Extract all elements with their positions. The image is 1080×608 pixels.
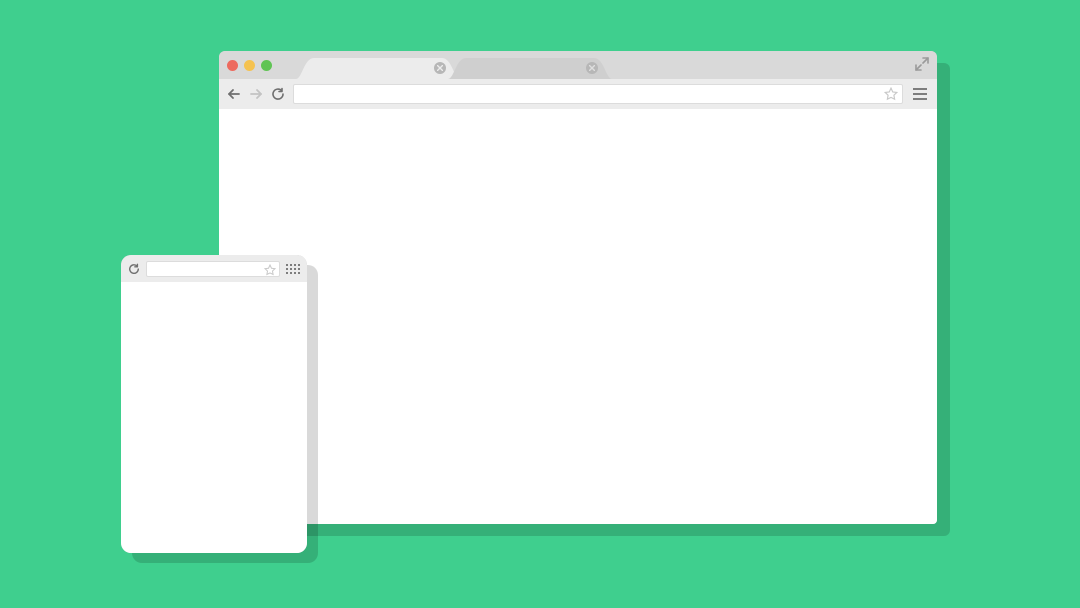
window-minimize-button[interactable] — [244, 60, 255, 71]
mobile-address-bar[interactable] — [146, 261, 280, 277]
tab-close-button[interactable] — [434, 62, 446, 74]
address-bar[interactable] — [293, 84, 903, 104]
mobile-menu-button[interactable] — [286, 264, 300, 274]
forward-button[interactable] — [249, 87, 263, 101]
reload-button[interactable] — [271, 87, 285, 101]
tab-strip — [296, 51, 612, 79]
menu-button[interactable] — [911, 86, 929, 102]
desktop-page-content — [219, 109, 937, 524]
mobile-page-content — [121, 282, 307, 553]
mobile-toolbar — [121, 255, 307, 282]
desktop-browser-window — [219, 51, 937, 524]
mobile-bookmark-star-icon[interactable] — [264, 263, 276, 281]
bookmark-star-icon[interactable] — [884, 87, 898, 106]
window-zoom-button[interactable] — [261, 60, 272, 71]
desktop-toolbar — [219, 79, 937, 109]
enter-fullscreen-icon[interactable] — [915, 57, 929, 76]
tab-close-button[interactable] — [586, 62, 598, 74]
mobile-reload-button[interactable] — [128, 263, 140, 275]
mobile-browser-window — [121, 255, 307, 553]
window-controls — [227, 60, 272, 71]
back-button[interactable] — [227, 87, 241, 101]
browser-tab-active[interactable] — [296, 58, 460, 79]
browser-tab-inactive[interactable] — [448, 58, 612, 79]
window-close-button[interactable] — [227, 60, 238, 71]
desktop-tab-bar — [219, 51, 937, 79]
